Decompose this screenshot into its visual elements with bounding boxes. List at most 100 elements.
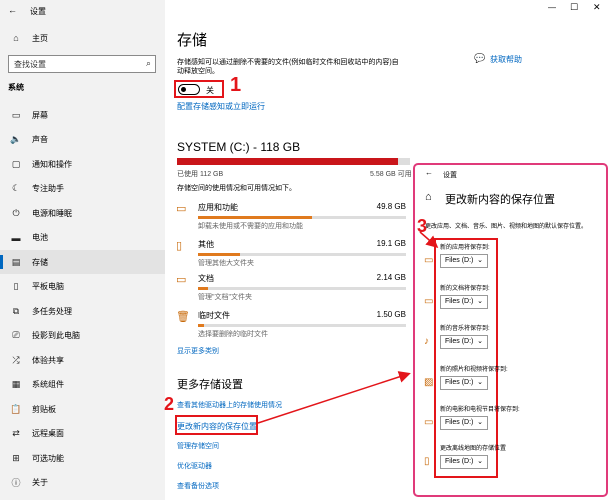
moon-icon: ☾ xyxy=(11,183,21,193)
sidebar-item[interactable]: ▭ 屏幕 xyxy=(0,103,165,127)
configure-storage-sense-link[interactable]: 配置存储感知或立即运行 xyxy=(177,101,265,112)
sidebar-item[interactable]: ⤮ 体验共享 xyxy=(0,348,165,372)
storage-category[interactable]: 🗑 临时文件 1.50 GB 选择要删除的临时文件 xyxy=(176,310,406,340)
show-more-categories-link[interactable]: 显示更多类别 xyxy=(177,346,219,356)
minimize-button[interactable]: — xyxy=(548,3,556,12)
sidebar-item-label: 剪贴板 xyxy=(32,404,56,414)
category-name: 其他 xyxy=(198,240,214,249)
window-title: 设置 xyxy=(30,7,46,16)
search-input[interactable]: 查找设置 ⌕ xyxy=(8,55,156,73)
category-size: 2.14 GB xyxy=(376,273,406,282)
category-bar-fill xyxy=(198,287,209,290)
save-location-label: 新的照片和视频将保存到: xyxy=(440,367,508,373)
save-location-dropdown[interactable]: Files (D:) ⌄ xyxy=(440,455,488,469)
sidebar-home-label: 主页 xyxy=(32,33,48,43)
drive-desc: 存储空间的使用情况和可用情况如下。 xyxy=(177,185,296,192)
info-icon: ⓘ xyxy=(11,478,21,488)
picture-icon: ▨ xyxy=(424,377,434,388)
help-link[interactable]: 获取帮助 xyxy=(490,54,522,65)
chevron-down-icon: ⌄ xyxy=(477,419,483,426)
back-icon[interactable]: ← xyxy=(8,5,17,15)
chevron-down-icon: ⌄ xyxy=(477,298,483,305)
panel-title: 更改新内容的保存位置 xyxy=(445,194,555,206)
save-location-dropdown[interactable]: Files (D:) ⌄ xyxy=(440,254,488,268)
dropdown-value: Files (D:) xyxy=(445,379,474,386)
search-placeholder: 查找设置 xyxy=(14,60,46,69)
remote-icon: ⇄ xyxy=(12,428,20,438)
save-location-dropdown[interactable]: Files (D:) ⌄ xyxy=(440,335,488,349)
optional-icon: ⊞ xyxy=(12,452,20,463)
sidebar-item[interactable]: ▢ 通知和操作 xyxy=(0,152,165,176)
close-button[interactable]: ✕ xyxy=(593,2,601,13)
drive-used: 已使用 112 GB xyxy=(177,171,224,178)
sidebar-item-label: 专注助手 xyxy=(32,184,64,193)
storage-category[interactable]: ▯ 其他 19.1 GB 管理其他大文件夹 xyxy=(176,239,406,269)
multitask-icon: ⧉ xyxy=(12,305,20,316)
panel-back-icon[interactable]: ← xyxy=(425,168,433,177)
document-icon: ▯ xyxy=(176,240,183,252)
help-icon: 💬 xyxy=(474,53,486,63)
other-drives-link[interactable]: 查看其他驱动器上的存储使用情况 xyxy=(177,400,282,410)
storage-sense-desc: 存储感知可以通过删除不需要的文件(例如临时文件和回收站中的内容)自动释放空间。 xyxy=(177,59,399,75)
sidebar-item-label: 电池 xyxy=(32,233,48,242)
optimize-drives-link[interactable]: 优化驱动器 xyxy=(177,461,212,471)
sidebar-item[interactable]: ▤ 存储 xyxy=(0,250,165,274)
home-icon: ⌂ xyxy=(13,33,19,43)
sidebar-item[interactable]: ⓘ 关于 xyxy=(0,471,165,495)
panel-back-label: 设置 xyxy=(443,172,457,179)
apps-icon: ▭ xyxy=(176,203,187,215)
save-location-label: 新的音乐将保存到: xyxy=(440,326,490,332)
save-location-dropdown[interactable]: Files (D:) ⌄ xyxy=(440,376,488,390)
storage-category[interactable]: ▭ 文档 2.14 GB 管理"文档"文件夹 xyxy=(176,273,406,303)
sidebar-item[interactable]: ▯ 平板电脑 xyxy=(0,275,165,299)
drive-free: 5.58 GB 可用 xyxy=(370,171,412,178)
sidebar-item[interactable]: ⇄ 远程桌面 xyxy=(0,422,165,446)
category-bar-fill xyxy=(198,253,240,256)
sidebar-item[interactable]: ☾ 专注助手 xyxy=(0,177,165,201)
sidebar-item[interactable]: ▬ 电池 xyxy=(0,226,165,250)
battery-icon: ▬ xyxy=(11,232,21,243)
sidebar-item[interactable]: ⊞ 可选功能 xyxy=(0,446,165,470)
sidebar-item-label: 多任务处理 xyxy=(32,306,72,316)
sidebar-item-label: 远程桌面 xyxy=(32,429,64,438)
sidebar-item[interactable]: ⎚ 投影到此电脑 xyxy=(0,324,165,348)
sidebar-section-title: 系统 xyxy=(8,83,24,92)
category-name: 文档 xyxy=(198,274,214,283)
sidebar-item-label: 可选功能 xyxy=(32,453,64,463)
sidebar-item-label: 投影到此电脑 xyxy=(32,331,80,340)
manage-storage-link[interactable]: 管理存储空间 xyxy=(177,441,219,451)
monitor-icon: ▭ xyxy=(11,109,21,120)
sidebar-item-label: 平板电脑 xyxy=(32,282,64,291)
dropdown-value: Files (D:) xyxy=(445,458,474,465)
chevron-down-icon: ⌄ xyxy=(477,379,483,386)
storage-icon: ▤ xyxy=(11,256,21,267)
sidebar-item[interactable]: 📋 剪贴板 xyxy=(0,397,165,421)
power-icon: ⏻ xyxy=(12,207,20,218)
sidebar-item[interactable]: ▦ 系统组件 xyxy=(0,373,165,397)
more-storage-title: 更多存储设置 xyxy=(177,379,243,391)
storage-category[interactable]: ▭ 应用和功能 49.8 GB 卸载未使用或不需要的应用和功能 xyxy=(176,202,406,232)
save-location-dropdown[interactable]: Files (D:) ⌄ xyxy=(440,295,488,309)
sidebar-item[interactable]: 🔈 声音 xyxy=(0,128,165,152)
sidebar: ← 设置 ⌂ 主页 查找设置 ⌕ 系统 ▭ 屏幕 🔈 声音 ▢ 通知和操作 ☾ 专注助手 ⏻ 电源… xyxy=(0,0,165,500)
annotation-2: 2 xyxy=(164,394,175,414)
clipboard-icon: 📋 xyxy=(10,403,22,414)
backup-options-link[interactable]: 查看备份选项 xyxy=(177,481,219,491)
components-icon: ▦ xyxy=(11,379,21,389)
sidebar-item[interactable]: ⧉ 多任务处理 xyxy=(0,299,165,323)
category-bar xyxy=(198,253,406,256)
maximize-button[interactable]: ☐ xyxy=(570,2,578,13)
category-name: 应用和功能 xyxy=(198,203,238,212)
category-bar xyxy=(198,324,406,327)
sidebar-item-label: 声音 xyxy=(32,135,48,144)
dropdown-value: Files (D:) xyxy=(445,419,474,426)
annotation-3: 3 xyxy=(417,216,428,236)
category-name: 临时文件 xyxy=(198,311,230,320)
category-bar-fill xyxy=(198,216,313,219)
folder-icon: ▭ xyxy=(424,296,434,307)
video-icon: ▭ xyxy=(424,417,434,428)
sidebar-item-home[interactable]: ⌂ 主页 xyxy=(0,26,165,50)
save-location-dropdown[interactable]: Files (D:) ⌄ xyxy=(440,416,488,430)
monitor-icon: ▭ xyxy=(424,255,434,266)
sidebar-item[interactable]: ⏻ 电源和睡眠 xyxy=(0,201,165,225)
